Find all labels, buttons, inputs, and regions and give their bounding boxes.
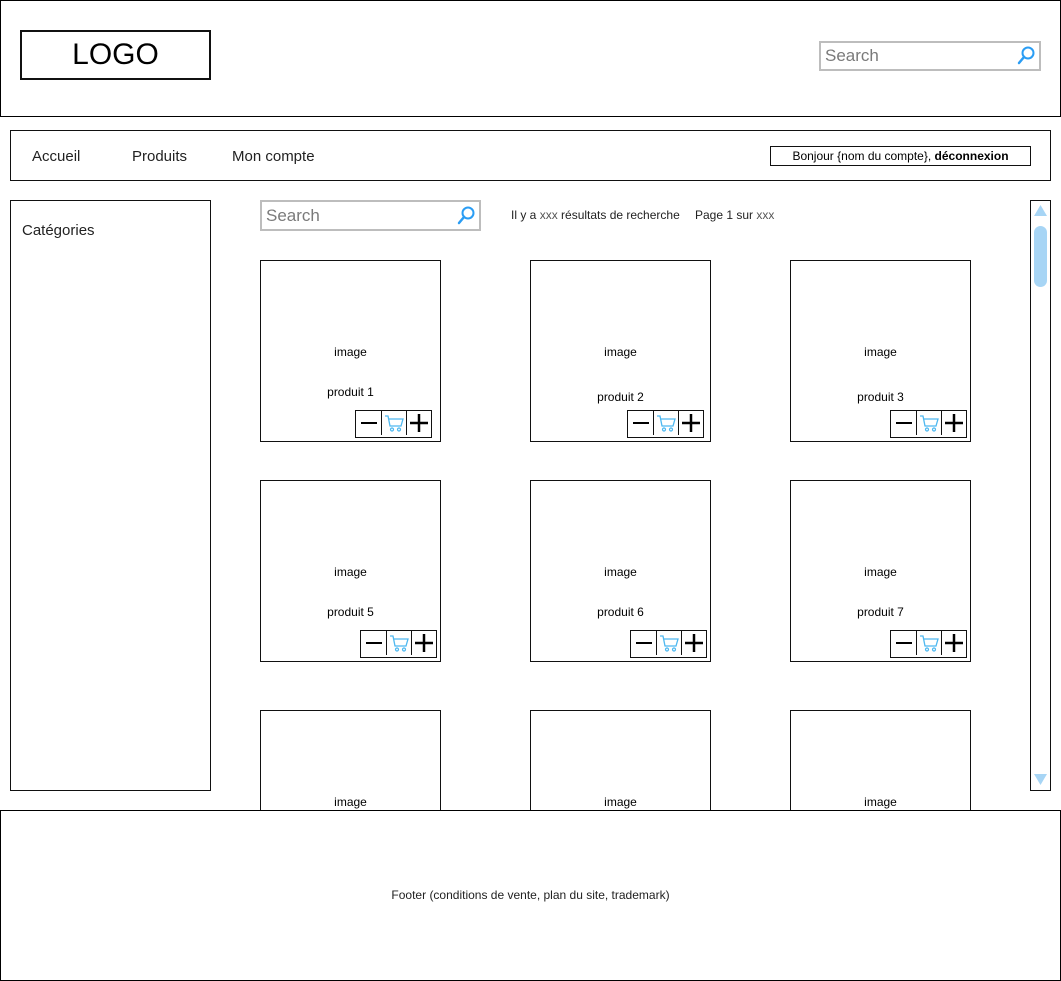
minus-button[interactable] — [361, 631, 386, 655]
results-suffix: résultats de recherche — [557, 208, 680, 222]
product-image: image — [334, 345, 367, 359]
product-image: image — [864, 565, 897, 579]
minus-button[interactable] — [891, 411, 916, 435]
footer-text: Footer (conditions de vente, plan du sit… — [391, 888, 670, 902]
quantity-controls — [627, 410, 704, 438]
product-image: image — [334, 565, 367, 579]
plus-icon — [945, 634, 963, 652]
plus-button[interactable] — [941, 411, 966, 435]
quantity-controls — [890, 630, 967, 658]
minus-button[interactable] — [631, 631, 656, 655]
product-name: produit 7 — [857, 605, 904, 619]
add-to-cart-button[interactable] — [916, 631, 941, 655]
account-greeting: Bonjour {nom du compte}, — [792, 149, 935, 163]
cart-icon — [385, 415, 404, 432]
nav-item-produits[interactable]: Produits — [132, 148, 187, 165]
header-search-box — [819, 41, 1041, 71]
minus-icon — [895, 422, 912, 424]
product-name: produit 3 — [857, 390, 904, 404]
product-image: image — [334, 795, 367, 809]
scroll-down-arrow-icon[interactable] — [1033, 772, 1048, 787]
quantity-controls — [630, 630, 707, 658]
pagination-text: Page 1 sur xxx — [695, 208, 774, 222]
product-name: produit 2 — [597, 390, 644, 404]
cart-icon — [657, 415, 676, 432]
quantity-controls — [890, 410, 967, 438]
plus-icon — [410, 414, 428, 432]
plus-button[interactable] — [678, 411, 703, 435]
plus-button[interactable] — [941, 631, 966, 655]
product-image: image — [604, 795, 637, 809]
product-search-box — [260, 200, 481, 231]
product-name: produit 6 — [597, 605, 644, 619]
page-prefix: Page 1 sur — [695, 208, 757, 222]
add-to-cart-button[interactable] — [916, 411, 941, 435]
quantity-controls — [360, 630, 437, 658]
plus-icon — [682, 414, 700, 432]
minus-icon — [635, 642, 652, 644]
product-name: produit 5 — [327, 605, 374, 619]
minus-icon — [895, 642, 912, 644]
logo[interactable]: LOGO — [20, 30, 211, 80]
minus-icon — [365, 642, 382, 644]
plus-icon — [945, 414, 963, 432]
product-image: image — [604, 565, 637, 579]
categories-title: Catégories — [22, 222, 95, 239]
product-card[interactable]: image produit 1 — [260, 260, 441, 442]
product-card[interactable]: image produit 7 — [790, 480, 971, 662]
scrollbar[interactable] — [1030, 200, 1051, 791]
add-to-cart-button[interactable] — [656, 631, 681, 655]
page-total: xxx — [756, 208, 775, 222]
product-card[interactable]: image produit 5 — [260, 480, 441, 662]
add-to-cart-button[interactable] — [653, 411, 678, 435]
product-image: image — [604, 345, 637, 359]
cart-icon — [390, 635, 409, 652]
product-card[interactable]: image produit 6 — [530, 480, 711, 662]
minus-button[interactable] — [891, 631, 916, 655]
plus-button[interactable] — [406, 411, 431, 435]
scrollbar-thumb[interactable] — [1034, 226, 1047, 287]
minus-icon — [632, 422, 649, 424]
cart-icon — [920, 635, 939, 652]
product-search-input[interactable] — [262, 205, 455, 226]
cart-icon — [920, 415, 939, 432]
results-prefix: Il y a — [511, 208, 540, 222]
nav-item-accueil[interactable]: Accueil — [32, 148, 80, 165]
add-to-cart-button[interactable] — [381, 411, 406, 435]
plus-icon — [685, 634, 703, 652]
cart-icon — [660, 635, 679, 652]
plus-button[interactable] — [681, 631, 706, 655]
results-count-text: Il y a xxx résultats de recherche — [511, 208, 680, 222]
plus-icon — [415, 634, 433, 652]
header-search-input[interactable] — [821, 46, 1015, 66]
product-name: produit 1 — [327, 385, 374, 399]
logout-link[interactable]: déconnexion — [935, 149, 1009, 163]
minus-icon — [360, 422, 377, 424]
scroll-up-arrow-icon[interactable] — [1033, 203, 1048, 218]
product-image: image — [864, 795, 897, 809]
categories-sidebar — [10, 200, 211, 791]
search-icon[interactable] — [1015, 45, 1037, 67]
product-image: image — [864, 345, 897, 359]
plus-button[interactable] — [411, 631, 436, 655]
add-to-cart-button[interactable] — [386, 631, 411, 655]
quantity-controls — [355, 410, 432, 438]
product-card[interactable]: image produit 2 — [530, 260, 711, 442]
search-icon[interactable] — [455, 205, 477, 227]
minus-button[interactable] — [356, 411, 381, 435]
product-card[interactable]: image produit 3 — [790, 260, 971, 442]
account-box: Bonjour {nom du compte}, déconnexion — [770, 146, 1031, 166]
minus-button[interactable] — [628, 411, 653, 435]
nav-item-mon-compte[interactable]: Mon compte — [232, 148, 315, 165]
results-count: xxx — [539, 208, 558, 222]
